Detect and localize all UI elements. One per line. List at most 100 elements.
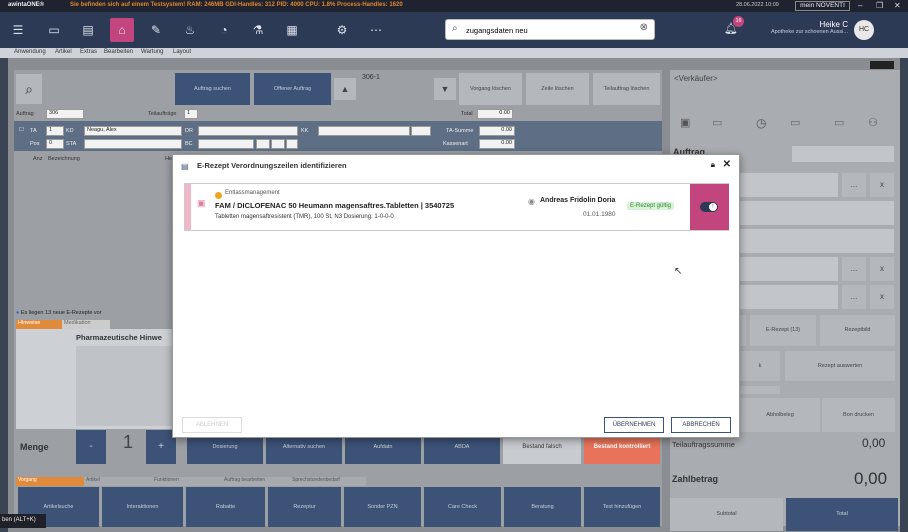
- field-4-more-button[interactable]: ...: [842, 257, 866, 281]
- tab-auftrag-bearbeiten[interactable]: Auftrag bearbeiten: [222, 477, 290, 486]
- wallet-icon[interactable]: ▣: [680, 116, 690, 129]
- menu-artikel[interactable]: Artikel: [55, 49, 72, 55]
- small-stub[interactable]: [740, 386, 780, 394]
- rezept-auswerten-button[interactable]: Rezept auswerten: [785, 351, 895, 381]
- teilauftrag-loeschen-button[interactable]: Teilauftrag löschen: [593, 73, 660, 105]
- right-field-1[interactable]: [740, 173, 838, 197]
- pharmacy-icon[interactable]: ⌂: [110, 18, 134, 42]
- text-hinzufuegen-button[interactable]: Text hinzufügen: [584, 487, 660, 527]
- rezeptur-button[interactable]: Rezeptur: [268, 487, 341, 527]
- abbrechen-button[interactable]: ABBRECHEN: [671, 417, 731, 433]
- left-stub-button[interactable]: [740, 315, 746, 346]
- sta-field[interactable]: [84, 139, 182, 149]
- pill-icon[interactable]: ✎: [144, 18, 168, 42]
- prescription-line-card[interactable]: ▣ Entlassmanagement FAM / DICLOFENAC 50 …: [184, 183, 729, 231]
- register-icon[interactable]: ▭: [42, 18, 66, 42]
- field-4-clear-button[interactable]: x: [870, 257, 894, 281]
- right-field-3[interactable]: [740, 229, 894, 253]
- user-info[interactable]: Heike C Apotheke zur schoenen Aussi...: [752, 20, 848, 35]
- kd-field[interactable]: Neagu, Alex: [84, 126, 182, 136]
- search-box[interactable]: ⌕ ⊗: [445, 19, 655, 40]
- auftrag-field[interactable]: 306: [46, 109, 84, 119]
- ta-field[interactable]: 1: [46, 126, 64, 136]
- arrow-down-icon[interactable]: ▼: [434, 78, 456, 100]
- menu-anwendung[interactable]: Anwendung: [14, 49, 46, 55]
- close-icon[interactable]: ✕: [723, 159, 731, 170]
- zeile-loeschen-button[interactable]: Zeile löschen: [526, 73, 589, 105]
- field-1-more-button[interactable]: ...: [842, 173, 866, 197]
- bon-drucken-button[interactable]: Bon drucken: [822, 398, 895, 432]
- gear-icon[interactable]: ⚙: [330, 18, 354, 42]
- beratung-button[interactable]: Beratung: [504, 487, 581, 527]
- list-icon[interactable]: ▦: [280, 18, 304, 42]
- rabatte-button[interactable]: Rabatte: [186, 487, 265, 527]
- bc-code-field-3[interactable]: [286, 139, 298, 149]
- field-1-clear-button[interactable]: x: [870, 173, 894, 197]
- avatar[interactable]: HC: [854, 20, 874, 40]
- subtotal-button[interactable]: Subtotal: [670, 498, 783, 531]
- panel-handle[interactable]: [870, 61, 894, 69]
- search-input[interactable]: [466, 23, 636, 37]
- receipt-icon[interactable]: ▭: [834, 116, 844, 129]
- bc-code-field-1[interactable]: [256, 139, 270, 149]
- interaktionen-button[interactable]: Interaktionen: [102, 487, 183, 527]
- ablehnen-button[interactable]: ABLEHNEN: [182, 417, 242, 433]
- close-window-icon[interactable]: ✕: [894, 1, 901, 10]
- tab-funktionen[interactable]: Funktionen: [152, 477, 222, 486]
- dr-field[interactable]: [198, 126, 298, 136]
- total-button[interactable]: Total: [786, 498, 898, 531]
- clock-icon[interactable]: ◷: [756, 116, 766, 130]
- right-field-5[interactable]: [740, 285, 838, 309]
- field-5-more-button[interactable]: ...: [842, 285, 866, 309]
- kk-code-field[interactable]: [411, 126, 431, 136]
- offener-auftrag-button[interactable]: Offener Auftrag: [254, 73, 331, 105]
- tab-vorgang[interactable]: Vorgang: [16, 477, 84, 486]
- document-icon[interactable]: ▤: [76, 18, 100, 42]
- people-icon[interactable]: ⚇: [868, 116, 878, 129]
- id-card-icon[interactable]: ▭: [790, 116, 800, 129]
- menge-value[interactable]: 1: [110, 432, 146, 462]
- tab-hinweise[interactable]: Hinweise: [16, 320, 62, 329]
- restore-icon[interactable]: ❐: [876, 1, 883, 10]
- menu-wartung[interactable]: Wartung: [141, 49, 163, 55]
- menu-bearbeiten[interactable]: Bearbeiten: [104, 49, 133, 55]
- card-icon[interactable]: ▭: [712, 116, 722, 129]
- abholbeleg-button[interactable]: Abholbeleg: [740, 398, 820, 432]
- tab-medikation[interactable]: Medikation: [62, 320, 110, 329]
- zoom-icon[interactable]: ⌕: [16, 74, 42, 104]
- minus-button[interactable]: -: [76, 430, 106, 464]
- menu-extras[interactable]: Extras: [80, 49, 97, 55]
- care-check-button[interactable]: Care Check: [424, 487, 501, 527]
- uebernehmen-button[interactable]: ÜBERNEHMEN: [604, 417, 664, 433]
- menu-layout[interactable]: Layout: [173, 49, 191, 55]
- minimize-icon[interactable]: –: [858, 1, 862, 10]
- field-5-clear-button[interactable]: x: [870, 285, 894, 309]
- arrow-up-icon[interactable]: ▲: [334, 78, 356, 100]
- checkbox-icon[interactable]: ☐: [19, 127, 24, 133]
- auftrag-input[interactable]: [792, 146, 894, 162]
- kk-field[interactable]: [318, 126, 410, 136]
- auftrag-suchen-button[interactable]: Auftrag suchen: [175, 73, 250, 105]
- flask-icon[interactable]: ⚗: [246, 18, 270, 42]
- lock-icon[interactable]: 🔒︎: [711, 160, 715, 170]
- clear-search-icon[interactable]: ⊗: [640, 22, 648, 33]
- noventi-brand[interactable]: mein NOVENTI: [795, 1, 850, 11]
- bc-field[interactable]: [198, 139, 254, 149]
- select-toggle[interactable]: !: [690, 184, 729, 230]
- rezeptbild-button[interactable]: Rezeptbild: [820, 315, 895, 346]
- vorgang-loeschen-button[interactable]: Vorgang löschen: [459, 73, 522, 105]
- k-button[interactable]: k: [740, 351, 780, 381]
- right-field-4[interactable]: [740, 257, 838, 281]
- clock-icon[interactable]: ◔: [212, 18, 236, 42]
- menu-icon[interactable]: ☰: [6, 18, 30, 42]
- more-icon[interactable]: ⋯: [364, 18, 388, 42]
- bc-code-field-2[interactable]: [271, 139, 285, 149]
- bottle-icon[interactable]: ♨: [178, 18, 202, 42]
- tab-artikel[interactable]: Artikel: [84, 477, 152, 486]
- erezept-button[interactable]: E-Rezept (13): [750, 315, 816, 346]
- right-field-2[interactable]: [740, 201, 894, 225]
- pos-field[interactable]: 0: [46, 139, 64, 149]
- verkaeufer-label[interactable]: <Verkäufer>: [674, 74, 718, 83]
- sonder-pzn-button[interactable]: Sonder PZN: [344, 487, 421, 527]
- tab-sprechstundenbedarf[interactable]: Sprechstundenbedarf: [290, 477, 366, 486]
